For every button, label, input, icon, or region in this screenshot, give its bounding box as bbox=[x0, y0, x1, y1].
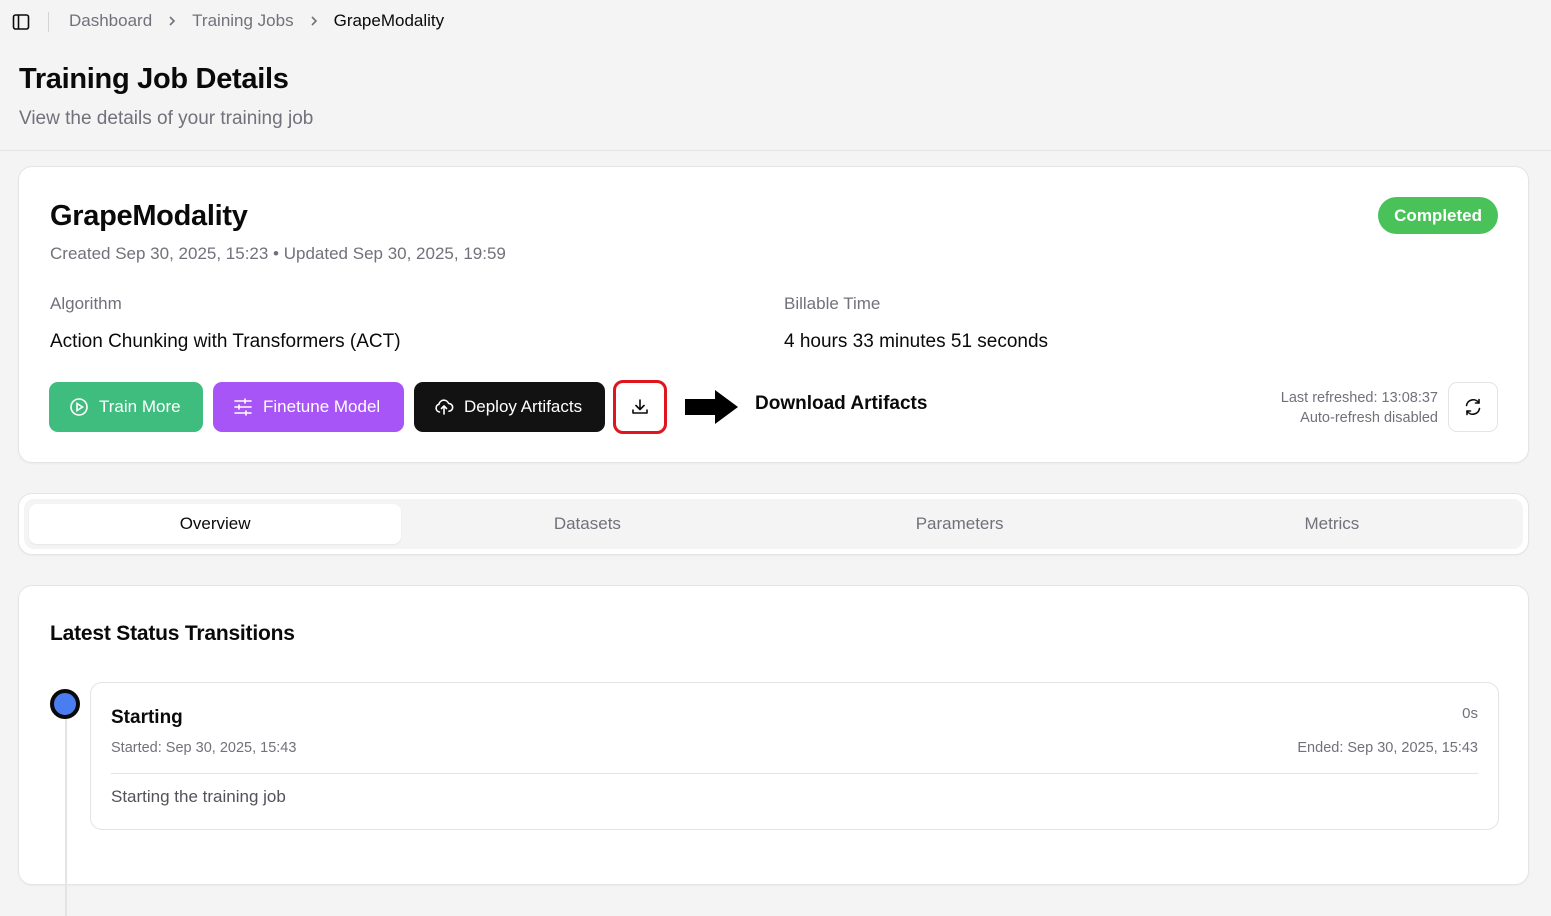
breadcrumb-dashboard[interactable]: Dashboard bbox=[69, 11, 152, 31]
topbar-divider bbox=[48, 12, 49, 32]
play-circle-icon bbox=[69, 397, 89, 417]
train-more-button[interactable]: Train More bbox=[49, 382, 203, 432]
breadcrumb: Dashboard Training Jobs GrapeModality bbox=[69, 11, 444, 31]
download-artifacts-annotation: Download Artifacts bbox=[755, 393, 928, 414]
refresh-info: Last refreshed: 13:08:37 Auto-refresh di… bbox=[1281, 388, 1438, 428]
chevron-right-icon bbox=[167, 15, 177, 27]
transition-duration: 0s bbox=[1462, 705, 1478, 722]
sliders-icon bbox=[233, 397, 253, 417]
transition-ended: Ended: Sep 30, 2025, 15:43 bbox=[1297, 740, 1478, 756]
last-refreshed: Last refreshed: 13:08:37 bbox=[1280, 390, 1438, 406]
finetune-model-button[interactable]: Finetune Model bbox=[213, 382, 404, 432]
refresh-button[interactable] bbox=[1448, 382, 1498, 432]
transition-name: Starting bbox=[111, 707, 183, 728]
refresh-icon bbox=[1463, 397, 1483, 417]
tab-datasets[interactable]: Datasets bbox=[401, 504, 773, 544]
timeline-line bbox=[65, 716, 67, 916]
auto-refresh-status: Auto-refresh disabled bbox=[1300, 410, 1438, 426]
deploy-artifacts-label: Deploy Artifacts bbox=[464, 397, 583, 416]
tab-overview[interactable]: Overview bbox=[29, 504, 402, 544]
download-artifacts-button[interactable] bbox=[615, 382, 665, 432]
arrow-right-icon bbox=[685, 390, 739, 429]
transition-started: Started: Sep 30, 2025, 15:43 bbox=[111, 740, 297, 756]
train-more-label: Train More bbox=[99, 397, 181, 416]
deploy-artifacts-button[interactable]: Deploy Artifacts bbox=[414, 382, 605, 432]
page-title: Training Job Details bbox=[19, 63, 289, 95]
status-transitions-card: Latest Status Transitions Starting 0s St… bbox=[18, 585, 1529, 916]
breadcrumb-current: GrapeModality bbox=[333, 11, 445, 30]
download-icon bbox=[630, 397, 650, 417]
algorithm-value: Action Chunking with Transformers (ACT) bbox=[50, 331, 401, 352]
tab-parameters[interactable]: Parameters bbox=[774, 504, 1146, 544]
job-details-card: GrapeModality Created Sep 30, 2025, 15:2… bbox=[18, 166, 1529, 463]
tabs-card: Overview Datasets Parameters Metrics bbox=[18, 493, 1529, 555]
transition-divider bbox=[111, 773, 1478, 774]
finetune-model-label: Finetune Model bbox=[263, 397, 381, 416]
transition-message: Starting the training job bbox=[111, 787, 286, 806]
top-bar: Dashboard Training Jobs GrapeModality bbox=[0, 0, 1551, 44]
tab-list: Overview Datasets Parameters Metrics bbox=[24, 499, 1523, 549]
sidebar-toggle-icon[interactable] bbox=[10, 11, 32, 33]
billable-time-label: Billable Time bbox=[784, 294, 881, 313]
header-divider bbox=[0, 150, 1551, 151]
transition-item: Starting 0s Started: Sep 30, 2025, 15:43… bbox=[90, 682, 1499, 830]
breadcrumb-training-jobs[interactable]: Training Jobs bbox=[192, 11, 293, 31]
section-title: Latest Status Transitions bbox=[50, 622, 295, 645]
tab-metrics[interactable]: Metrics bbox=[1146, 504, 1518, 544]
job-name: GrapeModality bbox=[50, 200, 248, 232]
billable-time-value: 4 hours 33 minutes 51 seconds bbox=[784, 331, 1049, 352]
status-badge: Completed bbox=[1378, 197, 1498, 234]
job-timestamps: Created Sep 30, 2025, 15:23 • Updated Se… bbox=[50, 244, 506, 263]
cloud-upload-icon bbox=[434, 397, 454, 417]
timeline-dot bbox=[50, 689, 80, 719]
page-subtitle: View the details of your training job bbox=[19, 108, 314, 129]
algorithm-label: Algorithm bbox=[50, 294, 122, 313]
chevron-right-icon bbox=[309, 15, 319, 27]
